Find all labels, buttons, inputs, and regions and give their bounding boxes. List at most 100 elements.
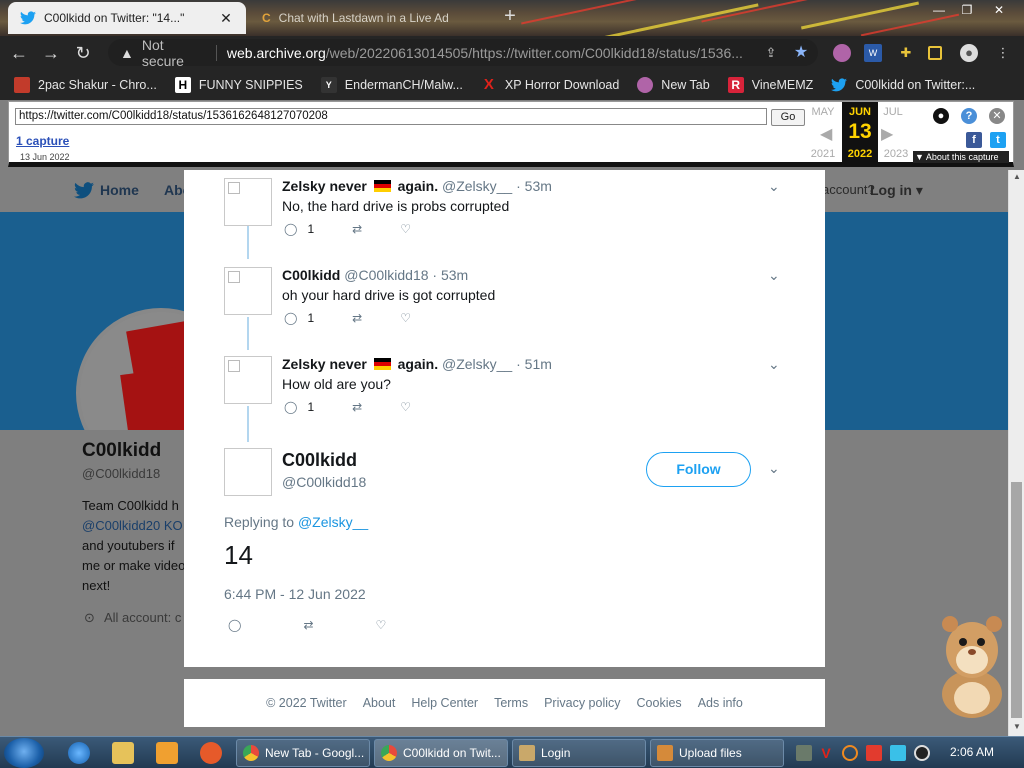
- forward-arrow-icon[interactable]: →: [38, 40, 64, 66]
- like-heart-icon[interactable]: ♡: [400, 311, 411, 325]
- footer-link-terms[interactable]: Terms: [494, 696, 528, 710]
- new-tab-button[interactable]: +: [500, 6, 520, 26]
- wayback-about-capture[interactable]: ▼ About this capture: [913, 151, 1009, 163]
- close-tab-icon[interactable]: ✕: [218, 10, 234, 27]
- wayback-close-icon[interactable]: ✕: [989, 108, 1005, 124]
- start-button[interactable]: [4, 738, 44, 768]
- author-name[interactable]: Zelsky never again. @Zelsky__ · 53m: [282, 178, 552, 194]
- restore-icon[interactable]: ❐: [954, 2, 980, 18]
- author-name[interactable]: Zelsky never again. @Zelsky__ · 51m: [282, 356, 552, 372]
- tray-v-icon[interactable]: V: [818, 745, 834, 761]
- nav-home[interactable]: Home: [100, 182, 139, 198]
- scroll-up-arrow-icon[interactable]: ▲: [1009, 172, 1024, 184]
- footer-link-cookies[interactable]: Cookies: [637, 696, 682, 710]
- bookmark-item[interactable]: R VineMEMZ: [727, 76, 813, 93]
- author-name[interactable]: C00lkidd @C00lkidd18 · 53m: [282, 267, 468, 283]
- tray-search-icon[interactable]: [842, 745, 858, 761]
- wayback-user-icon[interactable]: ●: [933, 108, 949, 124]
- taskbar-item-chrome[interactable]: New Tab - Googl...: [236, 739, 370, 767]
- chevron-down-icon[interactable]: ⌄: [768, 356, 780, 373]
- bookmark-item[interactable]: Y EndermanCH/Malw...: [320, 76, 463, 93]
- bookmark-item[interactable]: C00lkidd on Twitter:...: [831, 78, 975, 92]
- r-logo-icon: R: [727, 76, 744, 93]
- footer-link-privacy[interactable]: Privacy policy: [544, 696, 620, 710]
- extension-globe-icon[interactable]: [833, 44, 851, 62]
- sidepanel-icon[interactable]: [928, 46, 942, 60]
- avatar[interactable]: [224, 356, 272, 404]
- footer-link-help[interactable]: Help Center: [411, 696, 478, 710]
- twitter-share-icon[interactable]: t: [990, 132, 1006, 148]
- wayback-prev-year[interactable]: 2021: [806, 148, 840, 160]
- wayback-captures-link[interactable]: 1 capture: [16, 134, 69, 148]
- tweet-text: No, the hard drive is probs corrupted: [282, 198, 510, 214]
- bookmark-item[interactable]: 2pac Shakur - Chro...: [14, 76, 157, 93]
- like-heart-icon[interactable]: ♡: [376, 618, 387, 632]
- chevron-down-icon[interactable]: ⌄: [768, 460, 780, 477]
- bookmark-item[interactable]: New Tab: [637, 76, 710, 93]
- reply-button[interactable]: ◯ 1: [284, 222, 314, 236]
- profile-avatar-icon[interactable]: ●: [960, 44, 978, 62]
- minimize-icon[interactable]: —: [926, 2, 952, 18]
- pinned-app-icon[interactable]: [200, 742, 222, 764]
- tray-flag-icon[interactable]: [866, 745, 882, 761]
- retweet-icon[interactable]: ⇄: [352, 311, 362, 325]
- menu-dots-icon[interactable]: ⋮: [994, 44, 1012, 62]
- follow-button[interactable]: Follow: [646, 452, 751, 487]
- chevron-down-icon[interactable]: ⌄: [768, 267, 780, 284]
- bookmark-star-icon[interactable]: ★: [792, 44, 810, 62]
- author-handle[interactable]: @C00lkidd18: [282, 474, 366, 490]
- facebook-icon[interactable]: f: [966, 132, 982, 148]
- reply-button[interactable]: ◯ 1: [284, 400, 314, 414]
- tray-app-icon[interactable]: [796, 745, 812, 761]
- taskbar-item-login[interactable]: Login: [512, 739, 646, 767]
- address-bar[interactable]: ▲ Not secure web.archive.org /web/202206…: [108, 37, 818, 69]
- tab-twitter[interactable]: C00lkidd on Twitter: "14..." ✕: [8, 2, 246, 34]
- bookmark-item[interactable]: X XP Horror Download: [481, 76, 619, 93]
- extension-puzzle-icon[interactable]: ✚: [897, 44, 915, 62]
- footer-link-ads[interactable]: Ads info: [698, 696, 743, 710]
- like-heart-icon[interactable]: ♡: [400, 222, 411, 236]
- wayback-prev-arrow-icon[interactable]: ◀: [820, 124, 832, 144]
- wayback-next-month[interactable]: JUL: [876, 106, 910, 118]
- taskbar-item-chrome-active[interactable]: C00lkidd on Twit...: [374, 739, 508, 767]
- retweet-icon[interactable]: ⇄: [352, 222, 362, 236]
- retweet-icon[interactable]: ⇄: [352, 400, 362, 414]
- nav-login[interactable]: Log in ▾: [870, 182, 923, 199]
- file-explorer-icon[interactable]: [112, 742, 134, 764]
- footer-link-about[interactable]: About: [363, 696, 396, 710]
- like-heart-icon[interactable]: ♡: [400, 400, 411, 414]
- internet-explorer-icon[interactable]: [68, 742, 90, 764]
- tweet-text: How old are you?: [282, 376, 391, 392]
- close-window-icon[interactable]: ✕: [986, 2, 1012, 18]
- wayback-next-year[interactable]: 2023: [879, 148, 913, 160]
- tray-monitor-icon[interactable]: [890, 745, 906, 761]
- tray-volume-icon[interactable]: [914, 745, 930, 761]
- tab-title: C00lkidd on Twitter: "14...": [44, 11, 185, 25]
- profile-bio-link[interactable]: @C00lkidd20 KO: [82, 518, 183, 533]
- retweet-icon[interactable]: ⇄: [303, 618, 313, 632]
- wayback-prev-month[interactable]: MAY: [806, 106, 840, 118]
- wayback-go-button[interactable]: Go: [771, 109, 805, 126]
- extension-w-icon[interactable]: W: [864, 44, 882, 62]
- wayback-next-arrow-icon[interactable]: ▶: [881, 124, 893, 144]
- back-arrow-icon[interactable]: ←: [6, 40, 32, 66]
- author-name[interactable]: C00lkidd: [282, 450, 357, 471]
- reply-bubble-icon[interactable]: ◯: [228, 618, 241, 632]
- taskbar-clock[interactable]: 2:06 AM: [950, 745, 994, 759]
- scroll-down-arrow-icon[interactable]: ▼: [1009, 722, 1024, 734]
- chevron-down-icon[interactable]: ⌄: [768, 178, 780, 195]
- avatar[interactable]: [224, 267, 272, 315]
- taskbar-item-upload[interactable]: Upload files: [650, 739, 784, 767]
- wayback-url-input[interactable]: https://twitter.com/C00lkidd18/status/15…: [15, 108, 767, 125]
- avatar[interactable]: [224, 448, 272, 496]
- replying-to-link[interactable]: @Zelsky__: [298, 514, 368, 530]
- tab-chat[interactable]: C Chat with Lastdawn in a Live Ad: [250, 2, 498, 34]
- reply-button[interactable]: ◯ 1: [284, 311, 314, 325]
- wayback-help-icon[interactable]: ?: [961, 108, 977, 124]
- reload-icon[interactable]: ↻: [70, 40, 96, 66]
- bookmark-label: FUNNY SNIPPIES: [198, 77, 303, 92]
- share-icon[interactable]: ⇪: [762, 44, 780, 62]
- avatar[interactable]: [224, 178, 272, 226]
- media-player-icon[interactable]: [156, 742, 178, 764]
- bookmark-item[interactable]: H FUNNY SNIPPIES: [174, 76, 303, 93]
